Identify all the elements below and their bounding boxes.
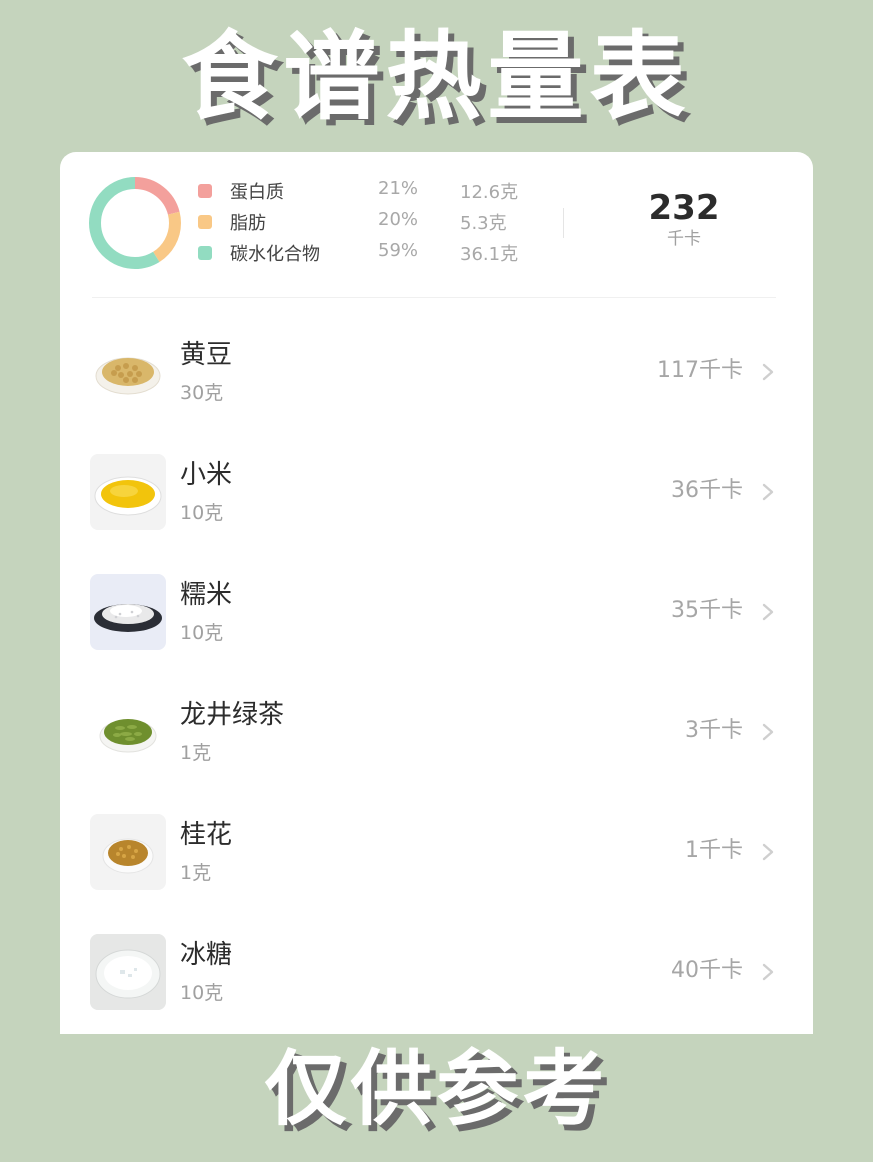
food-row-rock-sugar[interactable]: 冰糖 10克 40千卡 <box>60 912 813 1032</box>
legend-row-carbs: 碳水化合物 59% 36.1克 <box>196 240 526 271</box>
chevron-right-icon <box>762 723 774 741</box>
food-row-green-tea[interactable]: 龙井绿茶 1克 3千卡 <box>60 672 813 792</box>
food-calories: 117千卡 <box>657 358 743 383</box>
legend-grams: 12.6克 <box>460 182 519 203</box>
rock-sugar-plate-icon <box>90 934 166 1010</box>
section-divider <box>92 297 776 298</box>
food-calories: 1千卡 <box>685 838 743 863</box>
summary-divider <box>563 208 564 238</box>
food-amount: 10克 <box>180 982 224 1004</box>
food-amount: 1克 <box>180 862 212 884</box>
chevron-right-icon <box>762 483 774 501</box>
fat-color-dot <box>198 215 212 229</box>
food-amount: 10克 <box>180 622 224 644</box>
legend-percent: 59% <box>378 240 419 261</box>
nutrition-card: 蛋白质 21% 12.6克 脂肪 20% 5.3克 碳水化合物 59% 36.1… <box>60 152 813 1034</box>
legend-name: 脂肪 <box>230 213 266 234</box>
chevron-right-icon <box>762 963 774 981</box>
carbs-color-dot <box>198 246 212 260</box>
food-name: 桂花 <box>180 820 233 850</box>
soybean-plate-icon <box>90 334 166 410</box>
food-name: 冰糖 <box>180 940 233 970</box>
food-calories: 36千卡 <box>671 478 743 503</box>
legend-name: 碳水化合物 <box>230 244 320 265</box>
food-row-osmanthus[interactable]: 桂花 1克 1千卡 <box>60 792 813 912</box>
food-name: 黄豆 <box>180 340 233 370</box>
food-amount: 1克 <box>180 742 212 764</box>
legend-grams: 36.1克 <box>460 244 519 265</box>
food-row-millet[interactable]: 小米 10克 36千卡 <box>60 432 813 552</box>
nutrition-summary: 蛋白质 21% 12.6克 脂肪 20% 5.3克 碳水化合物 59% 36.1… <box>60 152 813 298</box>
food-list: 黄豆 30克 117千卡 小米 10克 36千卡 糯米 10克 35千卡 龙井绿… <box>60 312 813 1032</box>
protein-color-dot <box>198 184 212 198</box>
macro-legend: 蛋白质 21% 12.6克 脂肪 20% 5.3克 碳水化合物 59% 36.1… <box>196 178 526 271</box>
food-row-glutinous-rice[interactable]: 糯米 10克 35千卡 <box>60 552 813 672</box>
food-calories: 3千卡 <box>685 718 743 743</box>
chevron-right-icon <box>762 843 774 861</box>
green-tea-plate-icon <box>90 694 166 770</box>
total-calories: 232 千卡 <box>630 188 738 250</box>
millet-plate-icon <box>90 454 166 530</box>
food-name: 糯米 <box>180 580 233 610</box>
food-amount: 10克 <box>180 502 224 524</box>
total-calories-unit: 千卡 <box>667 229 701 249</box>
food-name: 龙井绿茶 <box>180 700 285 730</box>
food-amount: 30克 <box>180 382 224 404</box>
recipe-calorie-poster: 食谱热量表 蛋白质 21% 12.6克 脂肪 20% 5.3克 碳水化合物 59… <box>0 0 873 1162</box>
food-row-soybean[interactable]: 黄豆 30克 117千卡 <box>60 312 813 432</box>
total-calories-value: 232 <box>648 188 720 228</box>
poster-footer: 仅供参考 <box>264 1042 609 1137</box>
legend-row-fat: 脂肪 20% 5.3克 <box>196 209 526 240</box>
legend-grams: 5.3克 <box>460 213 507 234</box>
food-calories: 40千卡 <box>671 958 743 983</box>
food-name: 小米 <box>180 460 233 490</box>
glutinous-rice-plate-icon <box>90 574 166 650</box>
legend-name: 蛋白质 <box>230 182 284 203</box>
chevron-right-icon <box>762 363 774 381</box>
poster-title: 食谱热量表 <box>181 21 692 133</box>
legend-row-protein: 蛋白质 21% 12.6克 <box>196 178 526 209</box>
chevron-right-icon <box>762 603 774 621</box>
macro-donut-chart <box>89 177 181 269</box>
food-calories: 35千卡 <box>671 598 743 623</box>
osmanthus-plate-icon <box>90 814 166 890</box>
legend-percent: 20% <box>378 209 419 230</box>
legend-percent: 21% <box>378 178 419 199</box>
